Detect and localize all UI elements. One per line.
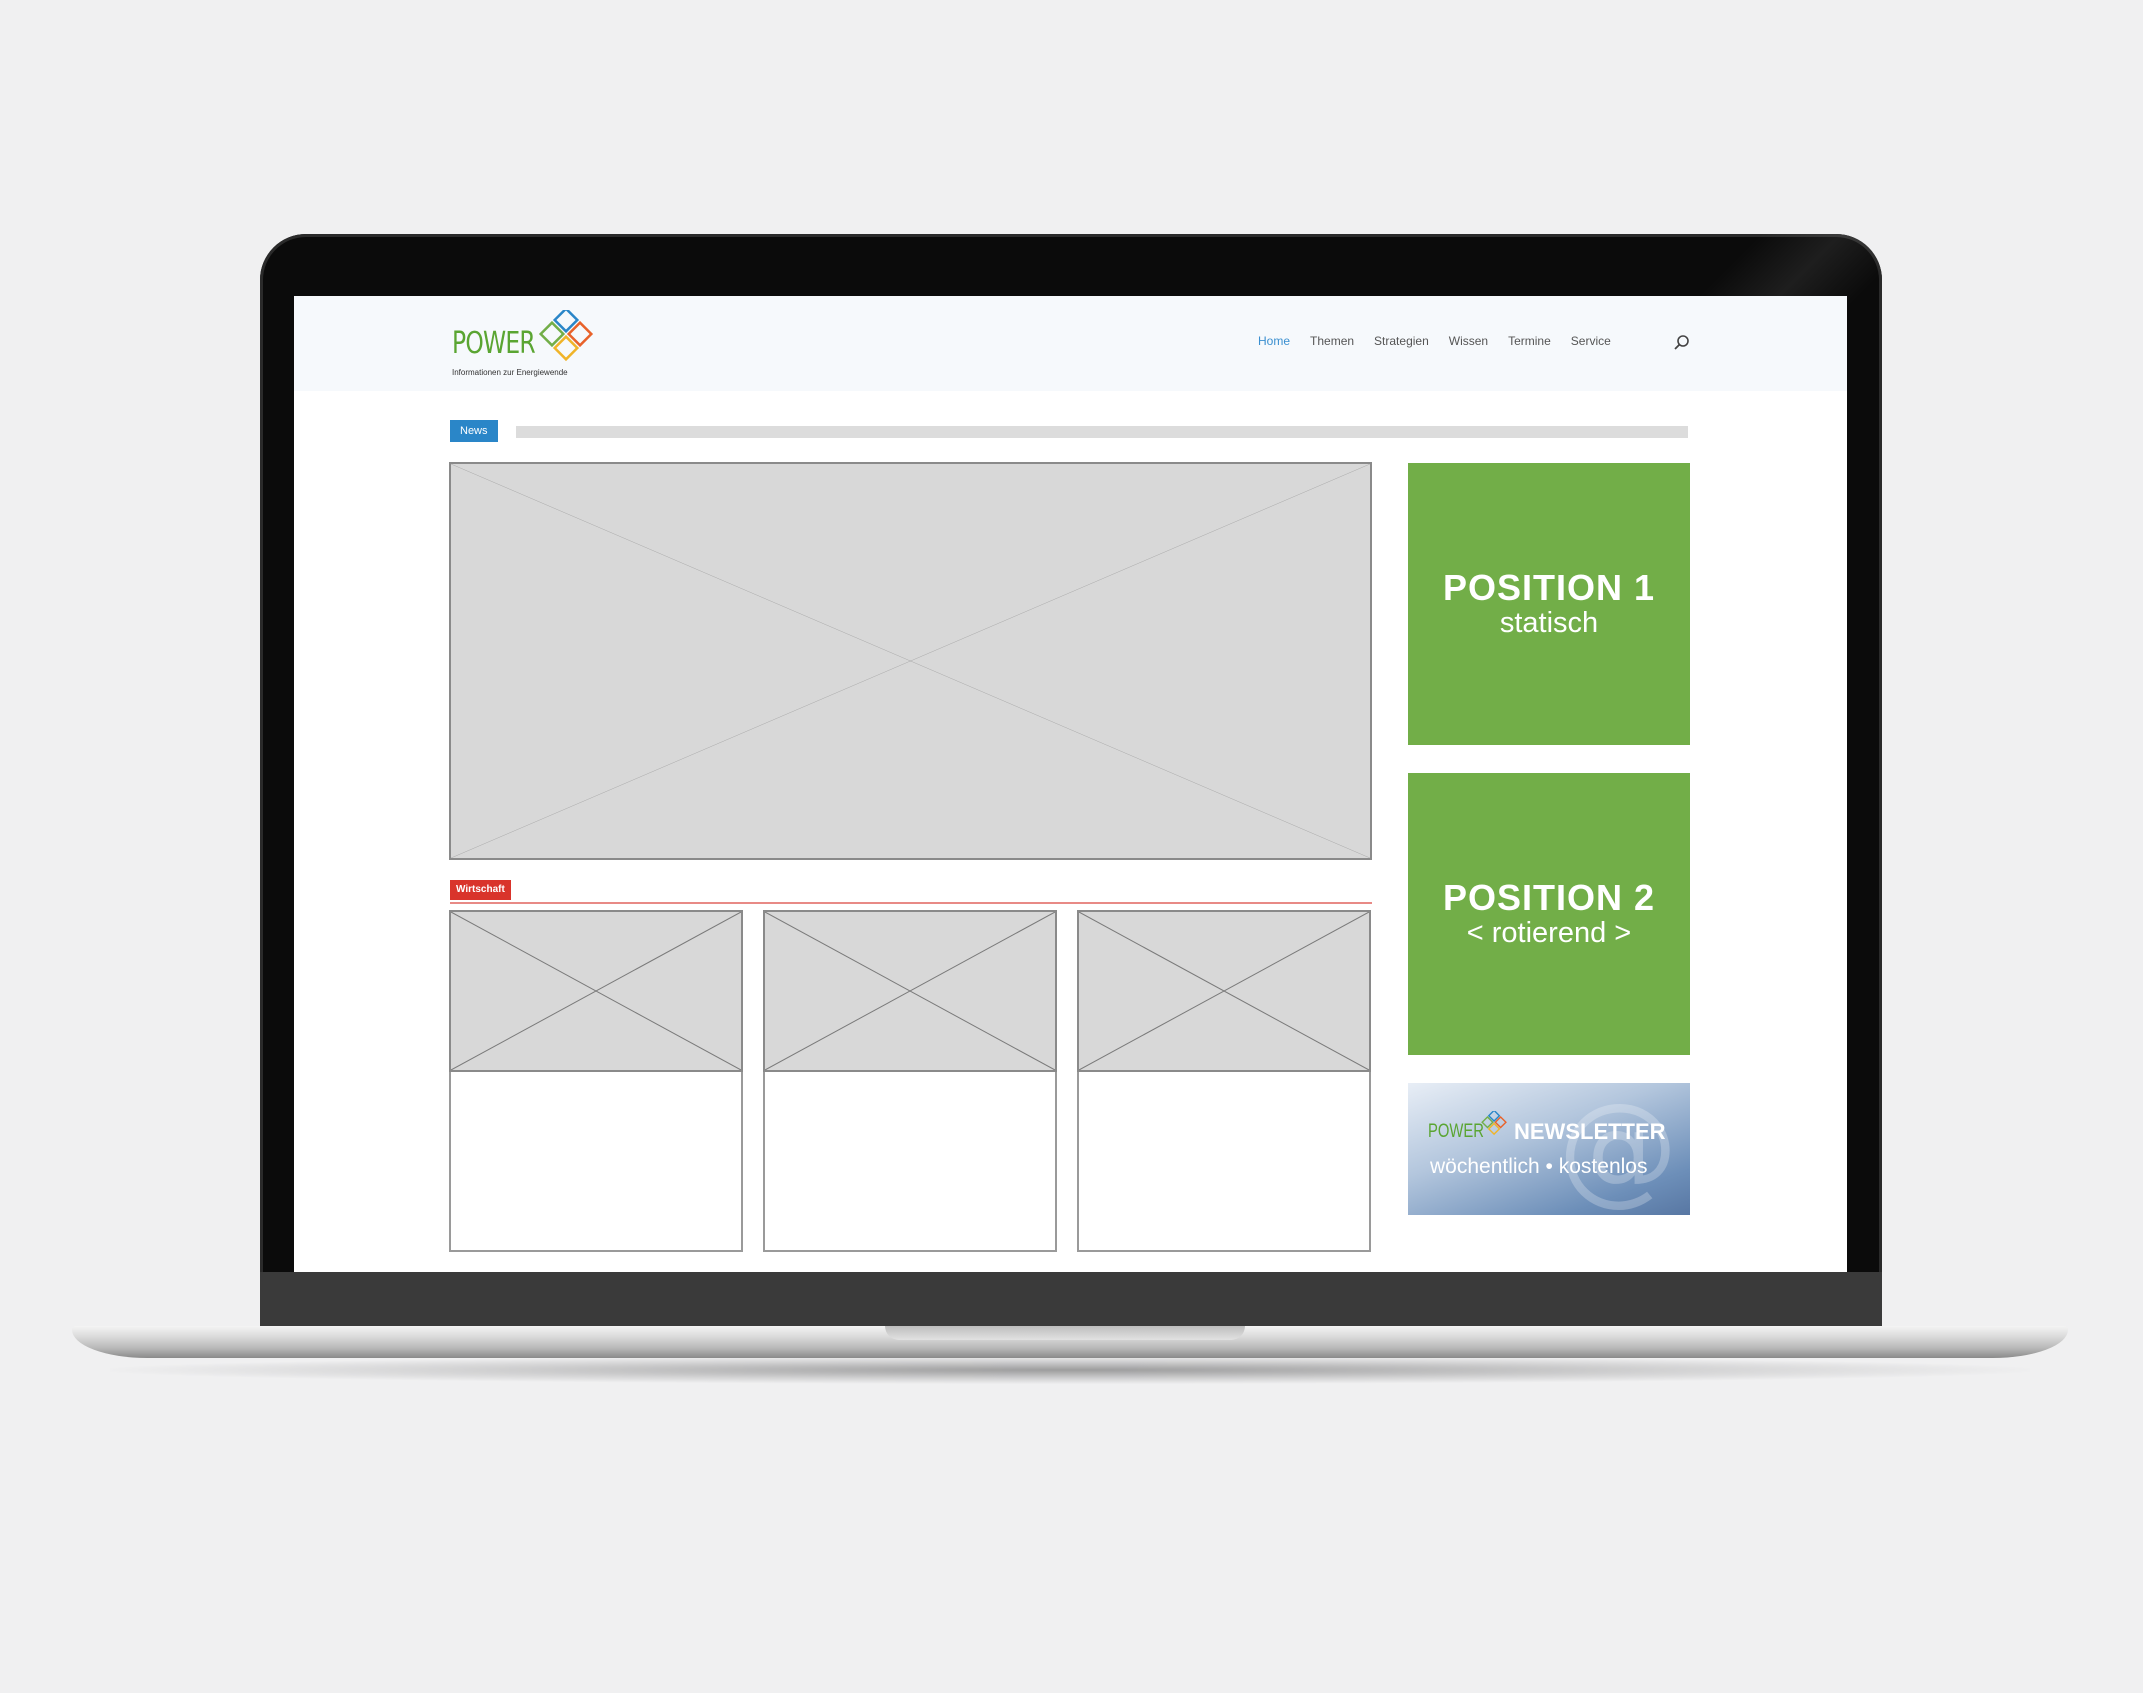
placeholder-cross-icon (1079, 912, 1369, 1070)
article-card[interactable] (1077, 910, 1371, 1252)
ad-title: POSITION 2 (1442, 877, 1656, 918)
nav-item-strategien[interactable]: Strategien (1374, 334, 1429, 354)
article-card[interactable] (763, 910, 1057, 1252)
laptop-notch (885, 1326, 1245, 1340)
nav-item-service[interactable]: Service (1571, 334, 1611, 354)
ad-title: POSITION 1 (1442, 567, 1656, 608)
placeholder-cross-icon (451, 912, 741, 1070)
newsletter-subtitle: wöchentlich • kostenlos (1430, 1155, 1648, 1178)
main-nav: Home Themen Strategien Wissen Termine Se… (1258, 334, 1631, 354)
logo-word: POWER (452, 326, 536, 361)
search-icon[interactable] (1672, 333, 1692, 353)
logo-diamonds-icon (538, 310, 594, 362)
logo-tagline: Informationen zur Energiewende (452, 368, 568, 377)
card-image-placeholder (1077, 910, 1371, 1072)
wirtschaft-divider (450, 902, 1372, 904)
nav-item-themen[interactable]: Themen (1310, 334, 1354, 354)
ad-subtitle: < rotierend > (1466, 917, 1632, 949)
site-header: POWER Informationen zur Energiewende Hom… (294, 296, 1847, 391)
nav-item-termine[interactable]: Termine (1508, 334, 1551, 354)
laptop-chin (260, 1272, 1882, 1326)
nav-item-home[interactable]: Home (1258, 334, 1290, 354)
nav-item-wissen[interactable]: Wissen (1449, 334, 1488, 354)
card-image-placeholder (763, 910, 1057, 1072)
newsletter-title: NEWSLETTER (1514, 1119, 1666, 1144)
laptop-shadow (110, 1356, 2030, 1384)
ad-position-2[interactable]: POSITION 2 < rotierend > (1408, 773, 1690, 1055)
newsletter-banner[interactable]: @ POWER NEWSLETTER wöchentlich • kostenl… (1408, 1083, 1690, 1215)
ad-position-1[interactable]: POSITION 1 statisch (1408, 463, 1690, 745)
at-sign-icon: @ (1558, 1083, 1678, 1215)
card-image-placeholder (449, 910, 743, 1072)
newsletter-brand: POWER (1428, 1121, 1484, 1142)
news-ticker-bar (516, 426, 1688, 438)
logo-diamonds-icon (1481, 1111, 1507, 1136)
news-tag[interactable]: News (450, 420, 498, 442)
wirtschaft-tag[interactable]: Wirtschaft (450, 880, 511, 900)
ad-subtitle: statisch (1499, 607, 1599, 639)
placeholder-cross-icon (765, 912, 1055, 1070)
site-logo[interactable]: POWER Informationen zur Energiewende (452, 306, 602, 386)
placeholder-cross-icon (451, 464, 1370, 858)
laptop-screen: POWER Informationen zur Energiewende Hom… (294, 296, 1847, 1272)
hero-image-placeholder[interactable] (449, 462, 1372, 860)
article-card[interactable] (449, 910, 743, 1252)
